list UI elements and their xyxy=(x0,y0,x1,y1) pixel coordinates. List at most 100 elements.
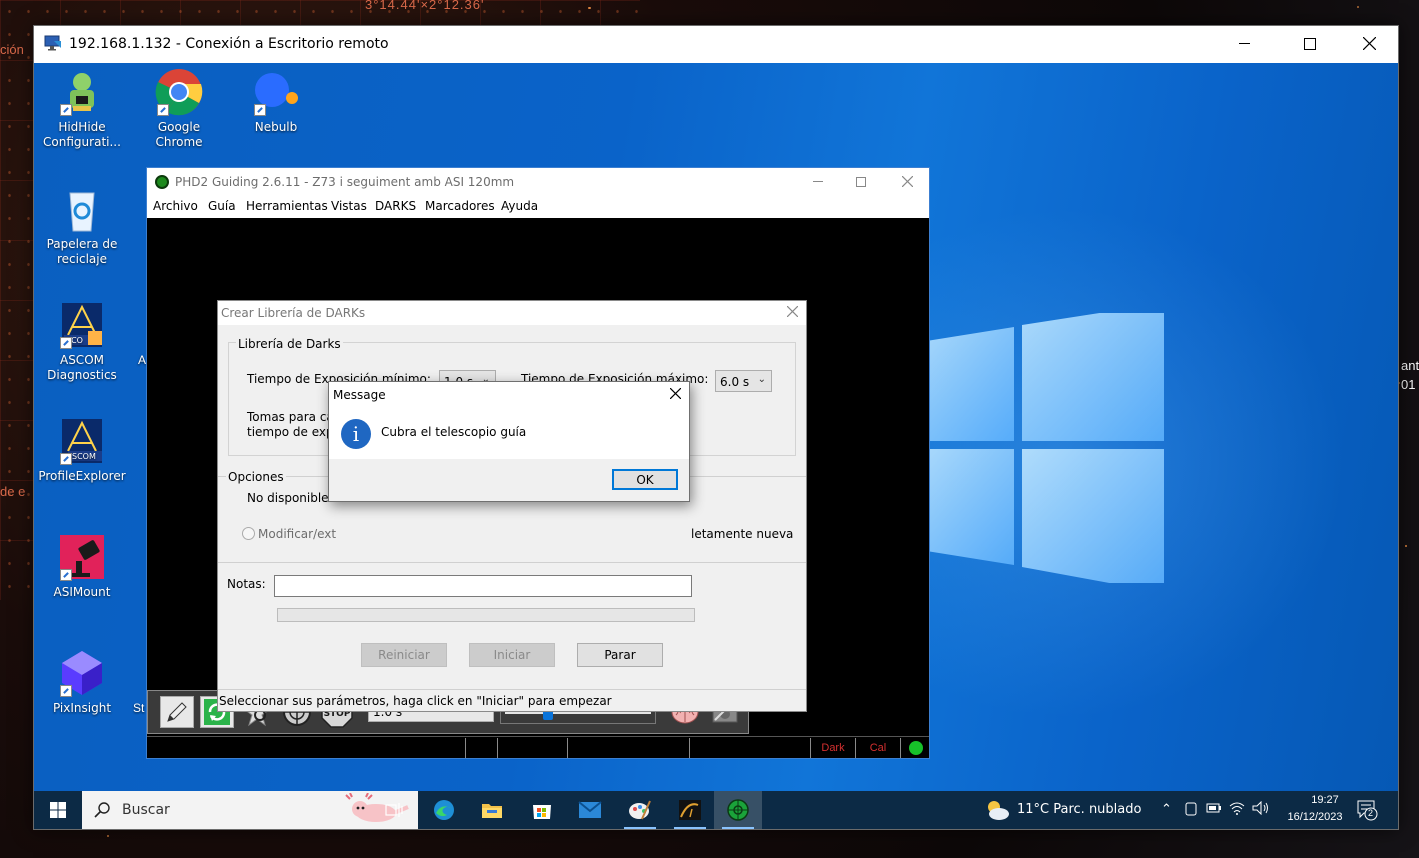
phd2-statusbar: Dark Cal xyxy=(147,736,929,758)
reset-button[interactable]: Reiniciar xyxy=(361,643,447,667)
host-right-text: 01 xyxy=(1401,377,1416,392)
clock-date[interactable]: 16/12/2023 xyxy=(1280,811,1350,823)
ascom-icon: SCO xyxy=(58,301,106,349)
message-footer: OK xyxy=(329,459,689,501)
background-star xyxy=(1357,6,1359,8)
weather-cloud-sun-icon xyxy=(988,801,1009,820)
taskbar-file-explorer[interactable] xyxy=(468,791,516,829)
loop-button[interactable] xyxy=(160,696,194,728)
desktop-icon-label-partial: A xyxy=(138,353,147,367)
notes-label: Notas: xyxy=(227,577,266,591)
taskbar-edge[interactable] xyxy=(420,791,468,829)
desktop-icon-recycle-bin[interactable]: Papelera de reciclaje xyxy=(37,185,127,267)
hidhide-icon xyxy=(58,68,106,116)
taskbar-store[interactable] xyxy=(518,791,566,829)
radio-modify[interactable] xyxy=(242,527,255,540)
start-button[interactable] xyxy=(34,791,82,829)
paint-palette-icon xyxy=(629,800,651,820)
taskbar-phd2[interactable] xyxy=(714,791,762,829)
remote-desktop-window[interactable]: 192.168.1.132 - Conexión a Escritorio re… xyxy=(33,25,1399,830)
phd2-taskbar-icon xyxy=(727,799,749,821)
wifi-icon[interactable] xyxy=(1229,801,1245,815)
info-icon: i xyxy=(341,419,371,449)
notification-center-button[interactable]: 2 xyxy=(1356,799,1378,821)
search-placeholder: Buscar xyxy=(122,802,170,818)
radio-new-label: letamente nueva xyxy=(691,527,794,541)
message-dialog[interactable]: Message i Cubra el telescopio guía OK xyxy=(328,381,690,502)
taskbar-paint[interactable] xyxy=(616,791,664,829)
connected-led-icon xyxy=(908,741,923,755)
menu-darks[interactable]: DARKS xyxy=(375,199,416,213)
close-icon xyxy=(669,387,682,400)
phd2-close-button[interactable] xyxy=(884,168,930,195)
taskbar-mail[interactable] xyxy=(566,791,614,829)
status-cell xyxy=(567,738,689,758)
weather-text[interactable]: 11°C Parc. nublado xyxy=(1017,802,1141,817)
menu-marcadores[interactable]: Marcadores xyxy=(425,199,495,213)
ok-button[interactable]: OK xyxy=(612,469,678,490)
ascom-profile-icon: SCOM xyxy=(58,417,106,465)
windows-wallpaper-logo xyxy=(914,313,1164,583)
menu-ayuda[interactable]: Ayuda xyxy=(501,199,538,213)
task-view-icon xyxy=(385,803,403,817)
asimount-icon xyxy=(58,533,106,581)
start-button[interactable]: Iniciar xyxy=(469,643,555,667)
options-text: No disponible li xyxy=(247,491,340,505)
phd2-titlebar[interactable]: PHD2 Guiding 2.6.11 - Z73 i seguiment am… xyxy=(147,168,929,195)
max-exposure-select[interactable]: 6.0 s ⌄ xyxy=(715,370,772,392)
desktop-icon-pixinsight[interactable]: PixInsight xyxy=(37,649,127,716)
desktop-icon-nebulb[interactable]: Nebulb xyxy=(231,68,321,135)
menu-guia[interactable]: Guía xyxy=(208,199,236,213)
dark-library-dialog[interactable]: Crear Librería de DARKs Librería de Dark… xyxy=(217,300,807,712)
phd2-window-title: PHD2 Guiding 2.6.11 - Z73 i seguiment am… xyxy=(175,175,515,189)
close-icon xyxy=(786,305,799,318)
volume-icon[interactable] xyxy=(1252,801,1270,815)
store-icon xyxy=(533,805,551,819)
minimize-button[interactable] xyxy=(1221,26,1267,61)
desktop-icon-ascom-diagnostics[interactable]: SCO ASCOM Diagnostics xyxy=(37,301,127,383)
maximize-button[interactable] xyxy=(1287,26,1333,61)
remote-desktop-surface[interactable]: HidHide Configurati... Google Chrome Neb… xyxy=(34,63,1398,829)
taskbar-search-box[interactable]: Buscar xyxy=(82,791,418,829)
frames-label-line2: tiempo de expo xyxy=(247,425,341,439)
phd2-app-icon xyxy=(155,175,169,189)
chevron-up-icon[interactable]: ⌃ xyxy=(1161,801,1172,817)
desktop-icon-chrome[interactable]: Google Chrome xyxy=(134,68,224,150)
menu-herramientas[interactable]: Herramientas xyxy=(246,199,328,213)
maximize-icon xyxy=(856,176,866,187)
desktop-icon-profileexplorer[interactable]: SCOM ProfileExplorer xyxy=(37,417,127,484)
phd2-menubar: Archivo Guía Herramientas Vistas DARKS M… xyxy=(147,195,929,218)
taskbar-sharpcap[interactable] xyxy=(666,791,714,829)
phd2-minimize-button[interactable] xyxy=(795,168,841,195)
battery-icon[interactable] xyxy=(1206,801,1222,815)
rdp-titlebar[interactable]: 192.168.1.132 - Conexión a Escritorio re… xyxy=(34,26,1398,63)
status-cal: Cal xyxy=(855,738,900,758)
message-close-button[interactable] xyxy=(669,386,682,403)
task-view-button[interactable] xyxy=(370,791,418,829)
pencil-icon xyxy=(167,702,187,722)
close-button[interactable] xyxy=(1346,26,1392,61)
desktop-icon-asimount[interactable]: ASIMount xyxy=(37,533,127,600)
status-indicator xyxy=(900,738,930,758)
stop-button[interactable]: Parar xyxy=(577,643,663,667)
rdp-window-title: 192.168.1.132 - Conexión a Escritorio re… xyxy=(69,36,389,52)
dark-library-statusbar: Seleccionar sus parámetros, haga click e… xyxy=(218,689,806,711)
chrome-icon xyxy=(155,68,203,116)
host-coordinates: 3°14.44'×2°12.36' xyxy=(365,0,485,12)
dark-library-close-button[interactable] xyxy=(786,304,799,321)
background-star xyxy=(107,834,110,837)
max-exposure-value: 6.0 s xyxy=(720,375,750,389)
clock-time[interactable]: 19:27 xyxy=(1300,794,1350,806)
menu-archivo[interactable]: Archivo xyxy=(153,199,198,213)
dark-library-title: Crear Librería de DARKs xyxy=(221,306,366,320)
phd2-maximize-button[interactable] xyxy=(838,168,884,195)
meet-now-icon[interactable] xyxy=(1185,801,1197,817)
menu-vistas[interactable]: Vistas xyxy=(331,199,367,213)
notes-input[interactable] xyxy=(274,575,692,597)
desktop-icon-label: HidHide Configurati... xyxy=(43,120,121,149)
close-icon xyxy=(1362,37,1376,50)
desktop-icon-hidhide[interactable]: HidHide Configurati... xyxy=(37,68,127,150)
nebulb-icon xyxy=(252,68,300,116)
darks-group-title: Librería de Darks xyxy=(236,337,343,351)
dark-library-titlebar[interactable]: Crear Librería de DARKs xyxy=(218,301,806,325)
